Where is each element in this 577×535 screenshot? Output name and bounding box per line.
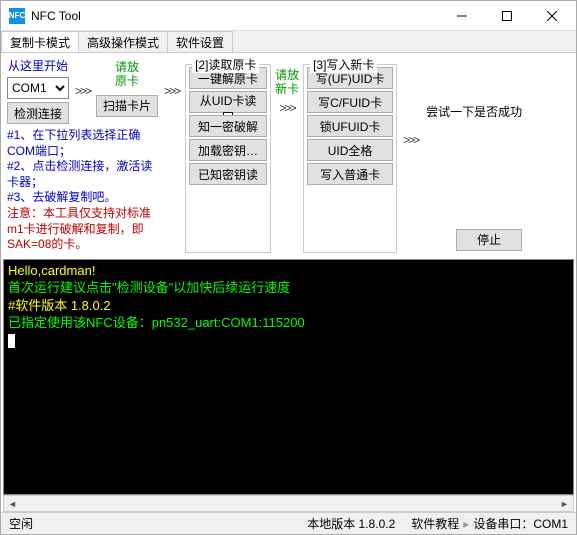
- put-new-label: 请放新卡: [275, 69, 299, 97]
- console-line: 已指定使用该NFC设备：pn532_uart:COM1:115200: [8, 314, 569, 332]
- title-bar: NFC NFC Tool: [1, 1, 576, 31]
- detect-connection-button[interactable]: 检测连接: [7, 102, 69, 124]
- maximize-button[interactable]: [484, 1, 529, 31]
- main-panel: 从这里开始 COM1 检测连接 >>> 请放原卡 扫描卡片 >>> #1、在下拉…: [1, 53, 576, 259]
- tab-copy-mode[interactable]: 复制卡模式: [1, 31, 79, 52]
- stop-button[interactable]: 停止: [456, 229, 522, 251]
- com-port-select[interactable]: COM1: [7, 77, 69, 99]
- try-it-label: 尝试一下是否成功: [426, 103, 522, 120]
- known-one-key-crack-button[interactable]: 知一密破解: [189, 115, 267, 137]
- scan-col: 请放原卡 扫描卡片: [96, 57, 158, 117]
- tab-settings[interactable]: 软件设置: [167, 31, 233, 52]
- status-port-label: 设备串口：: [473, 517, 533, 531]
- start-section: 从这里开始 COM1 检测连接 >>> 请放原卡 扫描卡片 >>> #1、在下拉…: [7, 57, 181, 253]
- close-button[interactable]: [529, 1, 574, 31]
- console-line: 首次运行建议点击"检测设备"以加快后续运行速度: [8, 279, 569, 297]
- arrow-icon: >>>: [278, 101, 297, 115]
- write-cfuid-button[interactable]: 写C/FUID卡: [307, 91, 393, 113]
- tab-advanced-mode[interactable]: 高级操作模式: [78, 31, 168, 52]
- horizontal-scrollbar[interactable]: ◄ ►: [3, 495, 574, 512]
- read-group-title: [2]读取原卡: [192, 56, 259, 73]
- scan-card-button[interactable]: 扫描卡片: [96, 95, 158, 117]
- write-normal-card-button[interactable]: 写入普通卡: [307, 163, 393, 185]
- known-key-read-button[interactable]: 已知密钥读: [189, 163, 267, 185]
- start-title: 从这里开始: [8, 57, 68, 74]
- instructions: #1、在下拉列表选择正确COM端口； #2、点击检测连接，激活读卡器； #3、去…: [7, 128, 161, 253]
- right-column: 尝试一下是否成功 停止: [424, 57, 524, 253]
- status-version: 本地版本 1.8.0.2: [307, 515, 395, 532]
- status-idle: 空闲: [9, 515, 291, 532]
- status-port-value: COM1: [533, 517, 568, 531]
- status-bar: 空闲 本地版本 1.8.0.2 软件教程 ▸ 设备串口：COM1: [1, 512, 576, 534]
- scroll-right-icon[interactable]: ►: [556, 496, 573, 511]
- cursor-icon: [8, 334, 15, 348]
- window-title: NFC Tool: [31, 9, 439, 23]
- start-col: 从这里开始 COM1 检测连接: [7, 57, 69, 124]
- arrow-icon: >>>: [401, 133, 420, 147]
- scroll-left-icon[interactable]: ◄: [4, 496, 21, 511]
- write-card-group: [3]写入新卡 写(UF)UID卡 写C/FUID卡 锁UFUID卡 UID全格…: [303, 64, 397, 253]
- lock-ufuid-button[interactable]: 锁UFUID卡: [307, 115, 393, 137]
- write-group-title: [3]写入新卡: [310, 56, 377, 73]
- note-line: #3、去破解复制吧。: [7, 190, 161, 206]
- status-tutorial-link[interactable]: 软件教程: [411, 517, 459, 531]
- minimize-button[interactable]: [439, 1, 484, 31]
- arrow-icon: >>>: [73, 84, 92, 98]
- read-from-uid-button[interactable]: 从UID卡读回: [189, 91, 267, 113]
- app-icon: NFC: [9, 8, 25, 24]
- tab-bar: 复制卡模式 高级操作模式 软件设置: [1, 31, 576, 53]
- put-original-label: 请放原卡: [115, 61, 139, 89]
- console-output: Hello,cardman! 首次运行建议点击"检测设备"以加快后续运行速度 #…: [3, 259, 574, 495]
- separator-icon: ▸: [463, 517, 469, 531]
- read-card-group: [2]读取原卡 一键解原卡 从UID卡读回 知一密破解 加载密钥… 已知密钥读: [185, 64, 271, 253]
- console-line: Hello,cardman!: [8, 262, 569, 280]
- note-warning: 注意：本工具仅支持对标准m1卡进行破解和复制，即SAK=08的卡。: [7, 206, 161, 253]
- note-line: #1、在下拉列表选择正确COM端口；: [7, 128, 161, 159]
- uid-full-format-button[interactable]: UID全格: [307, 139, 393, 161]
- load-key-button[interactable]: 加载密钥…: [189, 139, 267, 161]
- console-line: #软件版本 1.8.0.2: [8, 297, 569, 315]
- note-line: #2、点击检测连接，激活读卡器；: [7, 159, 161, 190]
- arrow-icon: >>>: [162, 84, 181, 98]
